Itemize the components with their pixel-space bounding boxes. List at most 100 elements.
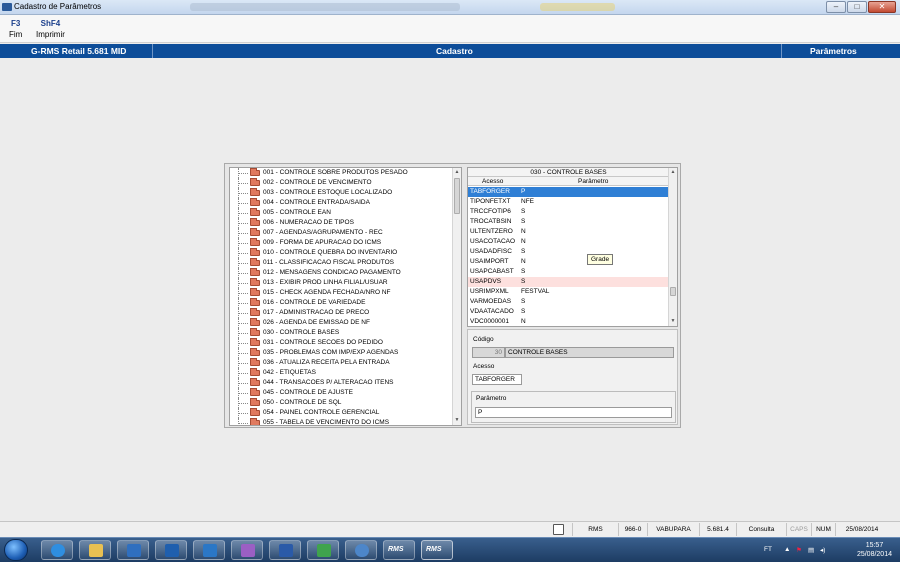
taskbar-rms-2[interactable]: RMS <box>421 540 453 560</box>
detail-panel: Código 30 CONTROLE BASES Acesso TABFORGE… <box>467 329 678 425</box>
tree-item[interactable]: 044 - TRANSACOES P/ ALTERACAO ITENS <box>230 378 453 388</box>
language-indicator[interactable]: FT <box>764 546 772 553</box>
tree-item[interactable]: 054 - PAINEL CONTROLE GERENCIAL <box>230 408 453 418</box>
folder-icon <box>250 178 260 186</box>
minimize-button[interactable]: – <box>826 1 846 13</box>
tree-scrollbar[interactable]: ▲ ▼ <box>452 168 461 425</box>
tree-connector <box>238 353 248 354</box>
grid-scrollbar[interactable]: ▲ ▼ <box>668 168 677 326</box>
grid-row[interactable]: USACOTACAO N <box>468 237 669 247</box>
tree-item[interactable]: 017 - ADMINISTRACAO DE PRECO <box>230 308 453 318</box>
tree-item-label: 011 - CLASSIFICACAO FISCAL PRODUTOS <box>263 259 394 266</box>
tree-connector <box>238 383 248 384</box>
tree-connector <box>238 253 248 254</box>
grid-cell-parametro: N <box>521 318 526 325</box>
parameter-group-tree[interactable]: 001 - CONTROLE SOBRE PRODUTOS PESADO 002 … <box>229 167 462 426</box>
tree-item[interactable]: 003 - CONTROLE ESTOQUE LOCALIZADO <box>230 188 453 198</box>
folder-icon <box>250 308 260 316</box>
blurred-titlebar-region-2 <box>540 3 615 11</box>
taskbar-word[interactable] <box>269 540 301 560</box>
grid-row[interactable]: USRIMPXML FESTVAL <box>468 287 669 297</box>
grid-cell-parametro: S <box>521 218 526 225</box>
tree-item[interactable]: 042 - ETIQUETAS <box>230 368 453 378</box>
tree-scroll-thumb[interactable] <box>454 178 460 214</box>
grid-row[interactable]: USAPDVS S <box>468 277 669 287</box>
tree-item[interactable]: 011 - CLASSIFICACAO FISCAL PRODUTOS <box>230 258 453 268</box>
tree-item[interactable]: 036 - ATUALIZA RECEITA PELA ENTRADA <box>230 358 453 368</box>
tree-item[interactable]: 015 - CHECK AGENDA FECHADA/NRO NF <box>230 288 453 298</box>
folder-icon <box>250 348 260 356</box>
folder-icon <box>250 418 260 425</box>
scroll-up-icon[interactable]: ▲ <box>453 168 461 177</box>
tree-item[interactable]: 001 - CONTROLE SOBRE PRODUTOS PESADO <box>230 168 453 178</box>
tree-item[interactable]: 016 - CONTROLE DE VARIEDADE <box>230 298 453 308</box>
volume-icon[interactable]: ◂) <box>820 546 825 554</box>
column-parametro[interactable]: Parâmetro <box>578 177 608 186</box>
grid-cell-acesso: VDC0000001 <box>470 318 510 325</box>
tree-item[interactable]: 026 - AGENDA DE EMISSAO DE NF <box>230 318 453 328</box>
fim-button[interactable]: F3 Fim <box>9 19 22 39</box>
scroll-up-icon[interactable]: ▲ <box>669 168 677 177</box>
grid-row[interactable]: ULTENTZERO N <box>468 227 669 237</box>
tree-item[interactable]: 006 - NUMERACAO DE TIPOS <box>230 218 453 228</box>
tree-item[interactable]: 005 - CONTROLE EAN <box>230 208 453 218</box>
maximize-button[interactable]: □ <box>847 1 867 13</box>
network-icon[interactable]: ▤ <box>808 546 814 554</box>
grid-row[interactable]: VDC0000001 N <box>468 317 669 326</box>
grid-row[interactable]: VARMOEDAS S <box>468 297 669 307</box>
tree-item-label: 017 - ADMINISTRACAO DE PRECO <box>263 309 370 316</box>
taskbar-outlook[interactable] <box>155 540 187 560</box>
tree-item-label: 045 - CONTROLE DE AJUSTE <box>263 389 353 396</box>
taskbar-rms-1[interactable]: RMS <box>383 540 415 560</box>
action-center-icon[interactable]: ⚑ <box>796 546 802 554</box>
tree-item[interactable]: 012 - MENSAGENS CONDICAO PAGAMENTO <box>230 268 453 278</box>
taskbar-lync[interactable] <box>193 540 225 560</box>
taskbar-ie[interactable] <box>41 540 73 560</box>
folder-icon <box>250 358 260 366</box>
grid-header: Acesso Parâmetro <box>468 177 669 186</box>
tree-item[interactable]: 030 - CONTROLE BASES <box>230 328 453 338</box>
taskbar-app2[interactable] <box>307 540 339 560</box>
close-button[interactable]: ✕ <box>868 1 896 13</box>
grid-row[interactable]: USAPCABAST S <box>468 267 669 277</box>
grade-tooltip: Grade <box>587 254 614 265</box>
grid-scroll-thumb[interactable] <box>670 287 676 296</box>
folder-icon <box>250 268 260 276</box>
scroll-down-icon[interactable]: ▼ <box>453 416 461 425</box>
scroll-down-icon[interactable]: ▼ <box>669 317 677 326</box>
parametro-field[interactable]: P <box>475 407 672 418</box>
grid-row[interactable]: TRCCFOTIP6 S <box>468 207 669 217</box>
grid-row[interactable]: USADADFISC S <box>468 247 669 257</box>
grid-row[interactable]: TIPONFETXT NFE <box>468 197 669 207</box>
folder-icon <box>250 368 260 376</box>
grid-row[interactable]: VDAATACADO S <box>468 307 669 317</box>
start-button[interactable] <box>4 539 28 561</box>
tree-item[interactable]: 031 - CONTROLE SECOES DO PEDIDO <box>230 338 453 348</box>
grid-row[interactable]: TABFORGER P <box>468 187 669 197</box>
tree-item[interactable]: 045 - CONTROLE DE AJUSTE <box>230 388 453 398</box>
tray-arrow-icon[interactable]: ▲ <box>784 546 790 553</box>
grid-row[interactable]: USAIMPORT N <box>468 257 669 267</box>
tree-item[interactable]: 035 - PROBLEMAS COM IMP/EXP AGENDAS <box>230 348 453 358</box>
tree-item[interactable]: 004 - CONTROLE ENTRADA/SAIDA <box>230 198 453 208</box>
acesso-field[interactable]: TABFORGER <box>472 374 522 385</box>
grid-row[interactable]: TROCATBSIN S <box>468 217 669 227</box>
tree-item[interactable]: 009 - FORMA DE APURACAO DO ICMS <box>230 238 453 248</box>
taskbar-app[interactable] <box>231 540 263 560</box>
tree-item[interactable]: 010 - CONTROLE QUEBRA DO INVENTARIO <box>230 248 453 258</box>
tree-item[interactable]: 050 - CONTROLE DE SQL <box>230 398 453 408</box>
tree-item-label: 010 - CONTROLE QUEBRA DO INVENTARIO <box>263 249 398 256</box>
taskbar-explorer[interactable] <box>79 540 111 560</box>
taskbar-app3[interactable] <box>345 540 377 560</box>
imprimir-button[interactable]: ShF4 Imprimir <box>36 19 65 39</box>
parameters-grid[interactable]: 030 - CONTROLE BASES Acesso Parâmetro TA… <box>467 167 678 327</box>
tree-item[interactable]: 002 - CONTROLE DE VENCIMENTO <box>230 178 453 188</box>
clock[interactable]: 15:57 25/08/2014 <box>857 541 892 559</box>
tree-item[interactable]: 007 - AGENDAS/AGRUPAMENTO - REC <box>230 228 453 238</box>
tree-item[interactable]: 013 - EXIBIR PROD LINHA FILIAL/USUAR <box>230 278 453 288</box>
column-acesso[interactable]: Acesso <box>482 177 503 186</box>
clock-time: 15:57 <box>865 542 884 549</box>
grid-cell-acesso: USAPCABAST <box>470 268 514 275</box>
tree-item[interactable]: 055 - TABELA DE VENCIMENTO DO ICMS <box>230 418 453 425</box>
taskbar-media[interactable] <box>117 540 149 560</box>
